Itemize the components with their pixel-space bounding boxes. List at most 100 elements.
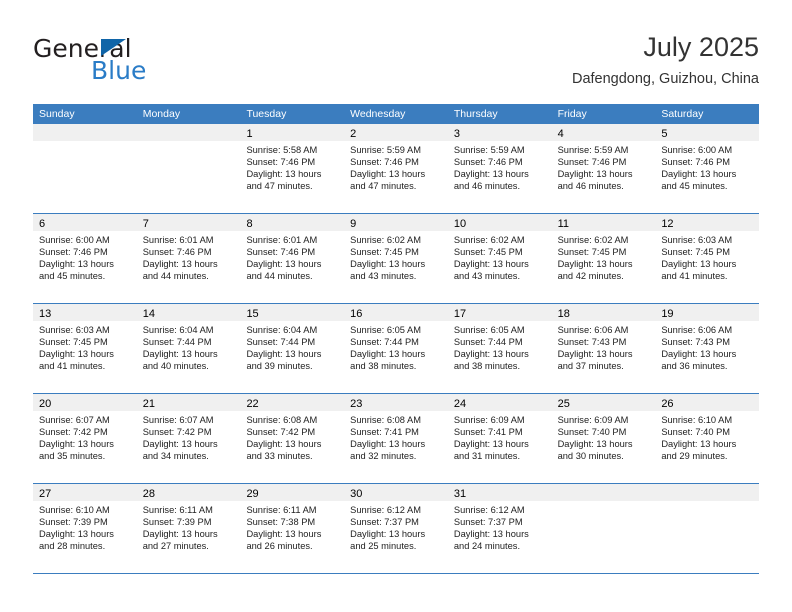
calendar-day-cell[interactable]: 3 Sunrise: 5:59 AM Sunset: 7:46 PM Daylight…: [447, 124, 552, 213]
generalblue-logo[interactable]: General Blue: [33, 34, 263, 90]
calendar-day-cell[interactable]: 7 Sunrise: 6:01 AM Sunset: 7:46 PM Daylight…: [136, 214, 241, 303]
calendar-day-cell[interactable]: 21 Sunrise: 6:07 AM Sunset: 7:42 PM Dayligh…: [136, 394, 241, 483]
daylight-text-line2: and 26 minutes.: [246, 541, 313, 552]
calendar-day-cell[interactable]: 8 Sunrise: 6:01 AM Sunset: 7:46 PM Daylight…: [240, 214, 345, 303]
sunrise-text: Sunrise: 6:01 AM: [246, 235, 318, 245]
day-details: Sunrise: 6:12 AM Sunset: 7:37 PM Daylight:…: [448, 501, 552, 552]
day-number-strip: 23: [344, 394, 448, 411]
calendar-day-cell[interactable]: 13 Sunrise: 6:03 AM Sunset: 7:45 PM Dayligh…: [33, 304, 137, 393]
day-number: 4: [557, 128, 564, 140]
sunset-text: Sunset: 7:44 PM: [246, 337, 316, 348]
page-title: July 2025: [643, 32, 759, 62]
day-details: Sunrise: 6:05 AM Sunset: 7:44 PM Daylight:…: [448, 321, 552, 372]
day-details: Sunrise: 6:09 AM Sunset: 7:40 PM Daylight:…: [552, 411, 656, 462]
day-number: 26: [661, 398, 674, 410]
calendar-week-row: 1 Sunrise: 5:58 AM Sunset: 7:46 PM Daylight…: [33, 124, 760, 214]
day-number-strip: 29: [240, 484, 345, 501]
day-number-strip: 24: [447, 394, 552, 411]
calendar-day-cell[interactable]: 5 Sunrise: 6:00 AM Sunset: 7:46 PM Daylight…: [655, 124, 760, 213]
daylight-text-line2: and 28 minutes.: [39, 541, 106, 552]
day-number-strip: 28: [136, 484, 241, 501]
daylight-text-line2: and 36 minutes.: [661, 361, 728, 372]
sunset-text: Sunset: 7:43 PM: [557, 337, 627, 348]
calendar-day-cell[interactable]: 9 Sunrise: 6:02 AM Sunset: 7:45 PM Daylight…: [344, 214, 448, 303]
calendar-day-cell[interactable]: 12 Sunrise: 6:03 AM Sunset: 7:45 PM Dayligh…: [655, 214, 760, 303]
logo-text-blue: Blue: [91, 56, 147, 85]
title-block: July 2025 Dafengdong, Guizhou, China: [572, 30, 759, 88]
calendar-day-cell-empty: [551, 484, 656, 573]
daylight-text-line1: Daylight: 13 hours: [661, 439, 737, 450]
calendar-day-cell[interactable]: 19 Sunrise: 6:06 AM Sunset: 7:43 PM Dayligh…: [655, 304, 760, 393]
daylight-text-line2: and 46 minutes.: [453, 181, 521, 192]
calendar-grid: Sunday Monday Tuesday Wednesday Thursday…: [33, 104, 760, 574]
sunrise-text: Sunrise: 6:02 AM: [350, 235, 421, 245]
daylight-text-line1: Daylight: 13 hours: [246, 529, 322, 540]
day-number-strip: 11: [551, 214, 656, 231]
day-details: Sunrise: 6:00 AM Sunset: 7:46 PM Daylight:…: [655, 141, 759, 192]
calendar-day-cell[interactable]: 25 Sunrise: 6:09 AM Sunset: 7:40 PM Dayligh…: [551, 394, 656, 483]
sunset-text: Sunset: 7:46 PM: [661, 157, 731, 168]
sunrise-text: Sunrise: 6:11 AM: [142, 505, 213, 515]
day-number-strip: 3: [447, 124, 552, 141]
calendar-day-cell[interactable]: 17 Sunrise: 6:05 AM Sunset: 7:44 PM Dayligh…: [447, 304, 552, 393]
calendar-day-cell[interactable]: 4 Sunrise: 5:59 AM Sunset: 7:46 PM Daylight…: [551, 124, 656, 213]
day-details: Sunrise: 6:07 AM Sunset: 7:42 PM Daylight:…: [137, 411, 241, 462]
sunset-text: Sunset: 7:39 PM: [142, 517, 212, 528]
sunset-text: Sunset: 7:46 PM: [246, 157, 316, 168]
daylight-text-line2: and 41 minutes.: [661, 271, 728, 282]
calendar-day-cell[interactable]: 10 Sunrise: 6:02 AM Sunset: 7:45 PM Dayligh…: [447, 214, 552, 303]
calendar-day-cell[interactable]: 15 Sunrise: 6:04 AM Sunset: 7:44 PM Dayligh…: [240, 304, 345, 393]
daylight-text-line1: Daylight: 13 hours: [142, 349, 218, 360]
day-details: Sunrise: 6:02 AM Sunset: 7:45 PM Daylight:…: [344, 231, 448, 282]
daylight-text-line1: Daylight: 13 hours: [453, 439, 529, 450]
sunrise-text: Sunrise: 6:07 AM: [39, 415, 110, 425]
calendar-day-cell-empty: [136, 124, 241, 213]
daylight-text-line1: Daylight: 13 hours: [246, 259, 322, 270]
calendar-day-cell[interactable]: 31 Sunrise: 6:12 AM Sunset: 7:37 PM Dayligh…: [447, 484, 552, 573]
calendar-day-cell[interactable]: 2 Sunrise: 5:59 AM Sunset: 7:46 PM Daylight…: [344, 124, 448, 213]
calendar-day-cell[interactable]: 6 Sunrise: 6:00 AM Sunset: 7:46 PM Daylight…: [33, 214, 137, 303]
calendar-day-cell[interactable]: 14 Sunrise: 6:04 AM Sunset: 7:44 PM Dayligh…: [136, 304, 241, 393]
calendar-day-cell[interactable]: 27 Sunrise: 6:10 AM Sunset: 7:39 PM Dayligh…: [33, 484, 137, 573]
weekday-thursday: Thursday: [453, 108, 498, 120]
calendar-day-cell[interactable]: 23 Sunrise: 6:08 AM Sunset: 7:41 PM Dayligh…: [344, 394, 448, 483]
sunset-text: Sunset: 7:45 PM: [453, 247, 523, 258]
daylight-text-line2: and 37 minutes.: [557, 361, 624, 372]
daylight-text-line1: Daylight: 13 hours: [453, 259, 529, 270]
sunset-text: Sunset: 7:42 PM: [246, 427, 316, 438]
calendar-day-cell[interactable]: 24 Sunrise: 6:09 AM Sunset: 7:41 PM Dayligh…: [447, 394, 552, 483]
sunrise-text: Sunrise: 6:08 AM: [246, 415, 318, 425]
calendar-day-cell[interactable]: 20 Sunrise: 6:07 AM Sunset: 7:42 PM Dayligh…: [33, 394, 137, 483]
daylight-text-line1: Daylight: 13 hours: [557, 259, 633, 270]
day-number: 3: [453, 128, 460, 140]
calendar-day-cell[interactable]: 16 Sunrise: 6:05 AM Sunset: 7:44 PM Dayligh…: [344, 304, 448, 393]
daylight-text-line2: and 33 minutes.: [246, 451, 313, 462]
calendar-day-cell[interactable]: 28 Sunrise: 6:11 AM Sunset: 7:39 PM Dayligh…: [136, 484, 241, 573]
day-number-strip: 25: [551, 394, 656, 411]
calendar-day-cell[interactable]: 1 Sunrise: 5:58 AM Sunset: 7:46 PM Daylight…: [240, 124, 345, 213]
daylight-text-line1: Daylight: 13 hours: [39, 259, 114, 270]
sunrise-text: Sunrise: 6:08 AM: [350, 415, 421, 425]
daylight-text-line1: Daylight: 13 hours: [39, 349, 114, 360]
calendar-day-cell[interactable]: 29 Sunrise: 6:11 AM Sunset: 7:38 PM Dayligh…: [240, 484, 345, 573]
day-number-strip: 7: [136, 214, 241, 231]
daylight-text-line2: and 45 minutes.: [661, 181, 728, 192]
day-number: 7: [142, 218, 149, 230]
day-number-strip: 22: [240, 394, 345, 411]
calendar-day-cell-empty: [655, 484, 760, 573]
sunset-text: Sunset: 7:37 PM: [350, 517, 419, 528]
calendar-day-cell[interactable]: 11 Sunrise: 6:02 AM Sunset: 7:45 PM Dayligh…: [551, 214, 656, 303]
day-number: 21: [142, 398, 155, 410]
sunrise-text: Sunrise: 6:06 AM: [557, 325, 629, 335]
calendar-day-cell[interactable]: 22 Sunrise: 6:08 AM Sunset: 7:42 PM Dayligh…: [240, 394, 345, 483]
sunrise-text: Sunrise: 5:59 AM: [557, 145, 629, 155]
weekday-monday: Monday: [142, 108, 181, 120]
daylight-text-line2: and 44 minutes.: [246, 271, 313, 282]
daylight-text-line1: Daylight: 13 hours: [453, 529, 529, 540]
calendar-weeks: 1 Sunrise: 5:58 AM Sunset: 7:46 PM Daylight…: [33, 124, 760, 574]
day-number: 22: [246, 398, 259, 410]
sunrise-text: Sunrise: 6:12 AM: [350, 505, 421, 515]
calendar-day-cell[interactable]: 30 Sunrise: 6:12 AM Sunset: 7:37 PM Dayligh…: [344, 484, 448, 573]
calendar-day-cell[interactable]: 18 Sunrise: 6:06 AM Sunset: 7:43 PM Dayligh…: [551, 304, 656, 393]
calendar-day-cell[interactable]: 26 Sunrise: 6:10 AM Sunset: 7:40 PM Dayligh…: [655, 394, 760, 483]
